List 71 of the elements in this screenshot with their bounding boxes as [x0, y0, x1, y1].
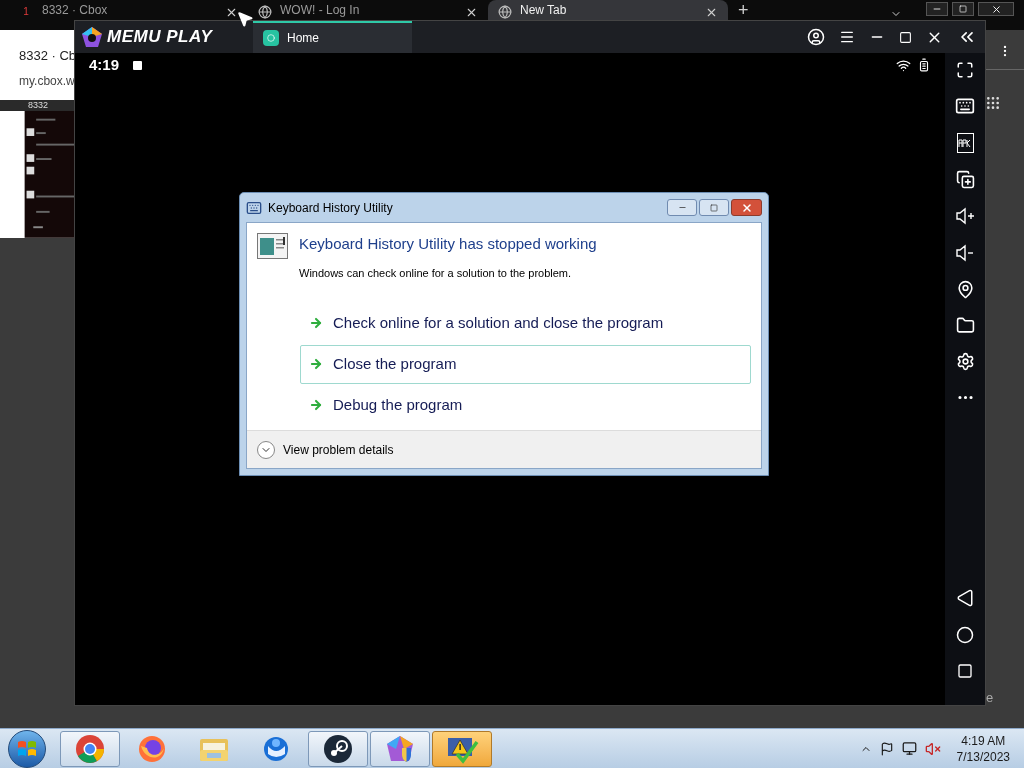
- tab-title: New Tab: [520, 2, 568, 19]
- program-window-icon: [257, 233, 288, 259]
- maximize-icon[interactable]: [899, 30, 912, 44]
- close-icon[interactable]: [465, 6, 478, 19]
- apk-icon[interactable]: [956, 133, 974, 153]
- hexagon-shield-icon: [384, 733, 416, 764]
- new-tab-button[interactable]: +: [728, 0, 759, 20]
- close-button[interactable]: [978, 2, 1014, 16]
- restore-icon: [959, 5, 967, 13]
- error-heading: Keyboard History Utility has stopped working: [299, 234, 597, 254]
- home-tab[interactable]: Home: [253, 21, 412, 53]
- arrow-icon: [309, 398, 323, 412]
- close-icon[interactable]: [705, 6, 718, 19]
- volume-up-icon[interactable]: [955, 206, 975, 226]
- close-icon[interactable]: [225, 6, 238, 19]
- location-icon[interactable]: [955, 280, 975, 299]
- action-center-icon[interactable]: [879, 741, 894, 756]
- browser-tab[interactable]: New Tab: [488, 0, 728, 20]
- close-icon: [990, 3, 1002, 15]
- grid-dots-icon[interactable]: [985, 95, 1001, 111]
- wifi-icon: [896, 57, 911, 73]
- home-app-icon: [263, 30, 279, 46]
- minimize-button[interactable]: [667, 199, 697, 216]
- keyboard-icon[interactable]: [955, 96, 975, 116]
- app-icon: [246, 199, 262, 216]
- settings-icon[interactable]: [955, 352, 975, 371]
- status-time: 4:19: [89, 54, 120, 75]
- globe-icon: [258, 5, 272, 19]
- tab-count: 1: [22, 5, 30, 19]
- fox-globe-icon: [137, 733, 167, 764]
- clock[interactable]: 4:19 AM 7/13/2023: [956, 732, 1010, 765]
- steam-icon: [323, 733, 353, 764]
- folder-icon[interactable]: [955, 316, 975, 335]
- volume-muted-icon[interactable]: [924, 740, 941, 757]
- error-description: Windows can check online for a solution to the problem.: [299, 266, 573, 281]
- battery-icon: [917, 58, 931, 72]
- arrow-icon: [309, 316, 323, 330]
- multi-window-icon[interactable]: [955, 170, 975, 189]
- taskbar-app-button[interactable]: [308, 730, 368, 767]
- chat-header: 8332: [28, 100, 49, 111]
- logo-icon: [81, 26, 103, 48]
- start-button[interactable]: [8, 729, 46, 768]
- app-logo: MEMU PLAY: [107, 26, 214, 49]
- window-title: Keyboard History Utility: [268, 199, 393, 217]
- back-icon[interactable]: [956, 589, 974, 607]
- expand-icon[interactable]: [257, 440, 275, 459]
- recents-icon[interactable]: [957, 663, 973, 679]
- browser-icon: [75, 733, 105, 764]
- menu-icon[interactable]: [839, 29, 855, 45]
- partial-label: e: [986, 689, 994, 707]
- option-link[interactable]: Debug the program: [300, 385, 751, 425]
- volume-down-icon[interactable]: [955, 243, 975, 263]
- account-icon[interactable]: [807, 28, 825, 46]
- details-link[interactable]: View problem details: [283, 440, 394, 459]
- home-icon[interactable]: [956, 626, 974, 644]
- close-icon: [740, 201, 753, 214]
- close-button[interactable]: [731, 199, 762, 216]
- option-link[interactable]: Close the program: [300, 344, 751, 384]
- tab-title: 8332 · Cbox: [42, 2, 109, 19]
- windows-logo-icon: [17, 739, 37, 758]
- globe-icon: [498, 5, 512, 19]
- maximize-icon: [710, 203, 718, 212]
- tab-title: WOW! - Log In: [280, 2, 361, 19]
- network-icon[interactable]: [901, 741, 917, 756]
- page-url: my.cbox.w: [18, 72, 76, 90]
- option-link[interactable]: Check online for a solution and close the program: [300, 303, 751, 343]
- minimize-button[interactable]: [926, 2, 948, 16]
- restore-button[interactable]: [952, 2, 974, 16]
- cursor-icon: [236, 10, 254, 28]
- arrow-icon: [309, 357, 323, 371]
- fullscreen-icon[interactable]: [956, 61, 974, 79]
